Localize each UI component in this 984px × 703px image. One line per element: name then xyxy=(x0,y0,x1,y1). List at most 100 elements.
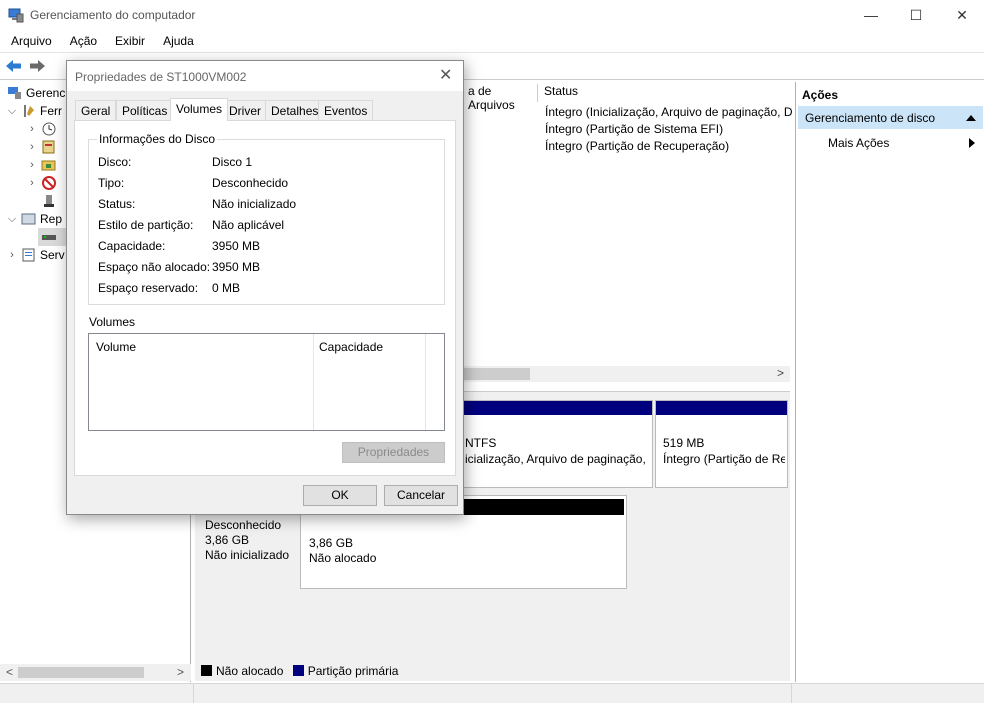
primary-partition-bar xyxy=(461,401,652,415)
status-cell: Íntegro (Partição de Recuperação) xyxy=(545,139,730,153)
performance-icon xyxy=(44,195,54,207)
column-header-status[interactable]: Status xyxy=(540,84,790,102)
partition-c[interactable]: NTFS icialização, Arquivo de paginação, … xyxy=(460,400,653,488)
more-actions-item[interactable]: Mais Ações xyxy=(828,136,889,150)
column-header-volume[interactable]: Volume xyxy=(96,340,136,354)
tree-item-tools[interactable]: ⌵ Ferr xyxy=(6,102,62,120)
tab-eventos[interactable]: Eventos xyxy=(318,100,374,120)
tree-item-performance[interactable] xyxy=(38,192,60,210)
field-label-unallocated-space: Espaço não alocado: xyxy=(98,260,211,274)
disk-state: Não inicializado xyxy=(205,548,290,562)
field-value-capacity: 3950 MB xyxy=(212,239,261,253)
services-icon xyxy=(22,248,35,262)
disk-info-group: Informações do Disco Disco: Disco 1 Tipo… xyxy=(88,132,445,305)
chevron-right-icon[interactable]: › xyxy=(26,177,38,189)
maximize-button[interactable]: ☐ xyxy=(893,0,939,30)
storage-icon xyxy=(21,213,36,225)
list-horizontal-scrollbar[interactable]: > xyxy=(464,366,790,382)
field-value-reserved-space: 0 MB xyxy=(212,281,241,295)
shared-folder-icon xyxy=(41,160,56,171)
tab-detalhes[interactable]: Detalhes xyxy=(265,100,325,120)
tab-volumes[interactable]: Volumes xyxy=(170,98,229,121)
partition-size: 3,86 GB xyxy=(309,536,354,550)
computer-management-icon xyxy=(8,8,24,23)
partition-recovery[interactable]: 519 MB Íntegro (Partição de Re xyxy=(655,400,788,488)
tab-politicas[interactable]: Políticas xyxy=(116,100,174,120)
tree-item-event-viewer[interactable]: › xyxy=(26,138,60,156)
actions-header: Ações xyxy=(802,88,839,102)
tree-item-label: Serv xyxy=(40,248,65,262)
actions-section-label: Gerenciamento de disco xyxy=(805,111,936,125)
volumes-tab-panel: Informações do Disco Disco: Disco 1 Tipo… xyxy=(74,120,456,476)
disk-info-group-title: Informações do Disco xyxy=(97,132,218,146)
menu-acao[interactable]: Ação xyxy=(59,30,104,52)
volume-properties-button[interactable]: Propriedades xyxy=(342,442,445,463)
tree-item-label: Ferr xyxy=(40,104,62,118)
tree-item-root[interactable]: Gerenci xyxy=(4,84,68,102)
partition-filesystem: NTFS xyxy=(465,436,497,450)
primary-partition-bar xyxy=(656,401,787,415)
tab-geral[interactable]: Geral xyxy=(75,100,117,120)
scroll-thumb[interactable] xyxy=(18,667,144,678)
tree-item-users-groups[interactable]: › xyxy=(26,174,60,192)
scroll-right-arrow-icon[interactable]: > xyxy=(177,665,184,679)
disk-type: Desconhecido xyxy=(205,518,282,532)
chevron-right-icon[interactable]: › xyxy=(6,249,18,261)
status-cell: Íntegro (Inicialização, Arquivo de pagin… xyxy=(545,105,793,119)
legend-unallocated-swatch xyxy=(201,665,212,676)
tree-item-label: Gerenci xyxy=(26,86,69,100)
tree-item-label: Rep xyxy=(40,212,63,226)
back-arrow-icon[interactable] xyxy=(5,58,23,74)
chevron-down-icon[interactable]: ⌵ xyxy=(6,213,18,226)
column-header-filesystem[interactable]: a de Arquivos xyxy=(464,84,538,112)
tree-item-storage[interactable]: ⌵ Rep xyxy=(6,210,62,228)
ok-button[interactable]: OK xyxy=(303,485,377,506)
tree-item-shared-folders[interactable]: › xyxy=(26,156,60,174)
field-value-disk: Disco 1 xyxy=(212,155,253,169)
minimize-button[interactable]: — xyxy=(848,0,894,30)
actions-pane: Ações Gerenciamento de disco Mais Ações xyxy=(795,82,984,682)
actions-section-disk-management[interactable]: Gerenciamento de disco xyxy=(798,106,983,129)
menu-bar: Arquivo Ação Exibir Ajuda xyxy=(0,30,984,52)
field-value-type: Desconhecido xyxy=(212,176,289,190)
chevron-down-icon[interactable]: ⌵ xyxy=(6,105,18,118)
dialog-title-bar: Propriedades de ST1000VM002 ✕ xyxy=(67,61,463,91)
volumes-list[interactable]: Volume Capacidade xyxy=(88,333,445,431)
collapse-up-icon[interactable] xyxy=(966,114,976,121)
tree-horizontal-scrollbar[interactable]: < > xyxy=(0,664,191,681)
event-viewer-icon xyxy=(42,140,55,154)
scroll-thumb[interactable] xyxy=(464,368,530,380)
chevron-right-icon[interactable]: › xyxy=(26,123,38,135)
chevron-right-icon[interactable]: › xyxy=(26,141,38,153)
field-value-partition-style: Não aplicável xyxy=(212,218,285,232)
volumes-label: Volumes xyxy=(89,315,136,329)
users-blocked-icon xyxy=(42,176,56,190)
cancel-button[interactable]: Cancelar xyxy=(384,485,458,506)
tree-item-task-scheduler[interactable]: › xyxy=(26,120,60,138)
dialog-close-button[interactable]: ✕ xyxy=(439,65,452,85)
computer-management-icon xyxy=(8,87,21,99)
column-header-capacity[interactable]: Capacidade xyxy=(319,340,383,354)
partition-state: Não alocado xyxy=(309,551,377,565)
field-label-partition-style: Estilo de partição: xyxy=(98,218,194,232)
submenu-arrow-icon[interactable] xyxy=(969,138,975,148)
field-label-capacity: Capacidade: xyxy=(98,239,166,253)
tree-item-disk-management[interactable] xyxy=(38,228,68,246)
legend-primary-label: Partição primária xyxy=(307,664,399,678)
scroll-right-arrow-icon[interactable]: > xyxy=(777,366,784,380)
partition-status: Íntegro (Partição de Re xyxy=(663,452,785,466)
field-value-unallocated-space: 3950 MB xyxy=(212,260,261,274)
forward-arrow-icon[interactable] xyxy=(28,58,46,74)
tab-driver[interactable]: Driver xyxy=(223,100,267,120)
scroll-left-arrow-icon[interactable]: < xyxy=(6,665,13,679)
tree-item-services[interactable]: › Serv xyxy=(6,246,65,264)
close-button[interactable]: ✕ xyxy=(939,0,984,30)
menu-arquivo[interactable]: Arquivo xyxy=(0,30,59,52)
chevron-right-icon[interactable]: › xyxy=(26,159,38,171)
legend-unallocated-label: Não alocado xyxy=(216,664,284,678)
window-title: Gerenciamento do computador xyxy=(30,8,196,22)
menu-ajuda[interactable]: Ajuda xyxy=(152,30,201,52)
field-label-reserved-space: Espaço reservado: xyxy=(98,281,199,295)
menu-exibir[interactable]: Exibir xyxy=(104,30,152,52)
disk-size: 3,86 GB xyxy=(205,533,250,547)
